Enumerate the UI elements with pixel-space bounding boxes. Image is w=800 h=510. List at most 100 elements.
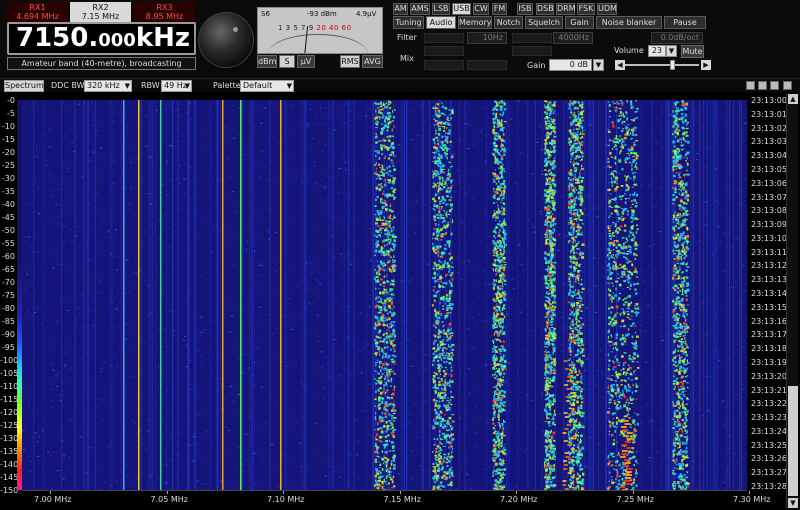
rx1-tab[interactable]: RX1 4.694 MHz [7,2,68,22]
waterfall-signal [335,307,338,309]
waterfall-signal [497,452,500,455]
waterfall-signal [162,209,165,211]
waterfall-image[interactable] [22,100,747,490]
mode-isb-button[interactable]: ISB [517,3,533,15]
mode-drm-button[interactable]: DRM [556,3,576,15]
waterfall-signal [325,220,329,222]
mode-udm-button[interactable]: UDM [597,3,617,15]
tab-notch[interactable]: Notch [494,16,523,29]
waterfall-signal [694,116,698,118]
waterfall-signal [433,479,435,481]
waterfall-signal [178,242,180,244]
close-icon[interactable] [783,81,792,90]
waterfall-signal [478,170,481,172]
waterfall-signal [424,400,427,402]
waterfall-signal [93,325,95,327]
mode-am-button[interactable]: AM [393,3,408,15]
slider-right-icon[interactable]: ▶ [701,60,711,70]
waterfall-signal [376,121,380,123]
ddc-bw-select[interactable]: 320 kHz ▼ [84,80,132,92]
slope-field[interactable]: 0.0dB/oct [651,32,703,44]
rx3-tab[interactable]: RX3 8.95 MHz [134,2,195,22]
waterfall-signal [316,314,319,316]
unit-dbm-button[interactable]: dBm [257,55,277,68]
waterfall-signal [331,100,333,490]
mode-lsb-button[interactable]: LSB [432,3,450,15]
volume-dropdown-icon[interactable]: ▼ [666,45,677,57]
mode-cw-button[interactable]: CW [473,3,489,15]
tuning-knob[interactable] [199,13,253,67]
waterfall-signal [437,142,439,146]
rbw-select[interactable]: 49 Hz ▼ [161,80,192,92]
gain-dropdown-icon[interactable]: ▼ [593,59,604,71]
waterfall-signal [388,439,391,442]
mode-fm-button[interactable]: FM [492,3,507,15]
waterfall-display[interactable]: -0 -5 -10 -15 -20 -25 -30 -35 -40 -45 -50 -55 -60 -65… [0,92,800,510]
waterfall-signal [447,330,450,333]
waterfall-signal [508,100,510,490]
waterfall-signal [51,400,55,402]
waterfall-signal [385,381,387,384]
mode-usb-button[interactable]: USB [452,3,471,15]
tab-audio[interactable]: Audio [426,16,456,29]
waterfall-signal [175,159,178,161]
waterfall-signal [450,327,452,331]
waterfall-signal [309,169,312,171]
waterfall-signal [392,392,395,396]
waterfall-signal [419,353,422,355]
spectrum-button[interactable]: Spectrum [4,80,44,92]
filter-high-field[interactable]: 4000Hz [553,32,593,44]
waterfall-signal [503,354,505,358]
waterfall-signal [374,122,377,125]
mode-ams-button[interactable]: AMS [410,3,430,15]
waterfall-signal [434,384,437,386]
mute-button[interactable]: Mute [681,45,704,58]
waterfall-signal [439,202,442,205]
waterfall-signal [50,310,54,312]
waterfall-signal [388,115,391,118]
rx2-tab[interactable]: RX2 7.15 MHz [70,2,131,22]
unit-s-button[interactable]: S [279,55,295,68]
waterfall-signal [176,179,178,180]
waterfall-signal [379,340,381,343]
avg-button[interactable]: AVG [362,55,383,68]
tab-squelch[interactable]: Squelch [525,16,563,29]
tab-gain[interactable]: Gain [565,16,594,29]
tab-pause[interactable]: Pause [664,16,706,29]
rms-button[interactable]: RMS [340,55,360,68]
tab-memory[interactable]: Memory [458,16,492,29]
waterfall-signal [56,264,58,265]
volume-field[interactable]: 23 [648,45,666,57]
palette-select[interactable]: Default ▼ [240,80,294,92]
waterfall-signal [58,395,61,397]
mode-dsb-button[interactable]: DSB [536,3,554,15]
waterfall-signal [434,279,437,283]
waterfall-signal [384,391,386,395]
waterfall-signal [385,476,387,479]
tab-noise-blanker[interactable]: Noise blanker [596,16,662,29]
volume-slider[interactable]: ◀ ▶ [615,60,711,70]
waterfall-signal [444,343,447,345]
waterfall-signal [513,375,515,377]
filter-low-field[interactable]: 10Hz [467,32,507,44]
waterfall-signal [377,260,379,262]
waterfall-signal [89,109,91,110]
frequency-display[interactable]: 7150.000kHz [7,22,196,55]
waterfall-signal [379,471,382,475]
save-icon[interactable] [758,81,767,90]
minimize-icon[interactable] [746,81,755,90]
waterfall-signal [113,112,116,114]
waterfall-signal [739,100,741,490]
unit-uv-button[interactable]: µV [297,55,315,68]
slider-thumb[interactable] [670,60,676,70]
waterfall-signal [383,305,387,308]
slider-left-icon[interactable]: ◀ [615,60,625,70]
db-scale-label: -145 [0,473,19,482]
waterfall-signal [362,195,365,197]
tab-tuning[interactable]: Tuning [393,16,424,29]
gain-field[interactable]: 0 dB [549,59,592,71]
settings-icon[interactable] [770,81,779,90]
mode-fsk-button[interactable]: FSK [577,3,595,15]
waterfall-signal [379,178,382,180]
waterfall-signal [294,362,298,363]
